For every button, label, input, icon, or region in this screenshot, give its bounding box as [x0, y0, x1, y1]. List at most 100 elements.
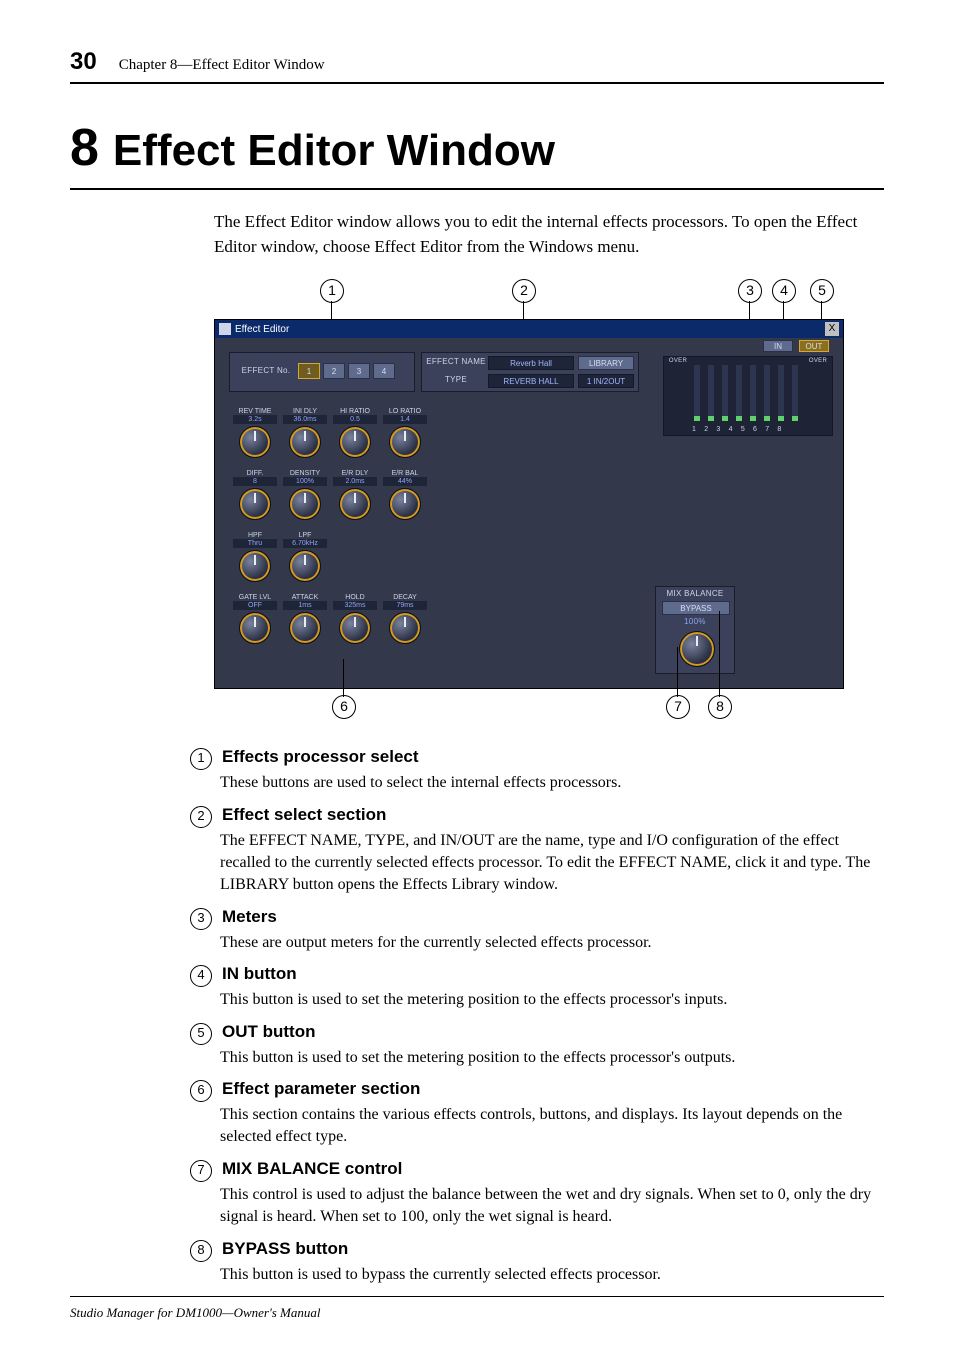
param-knob[interactable] — [339, 426, 371, 458]
param-label: HOLD — [333, 594, 377, 601]
callout-2: 2 — [512, 279, 536, 303]
effect-no-2-button[interactable]: 2 — [323, 363, 345, 379]
param-cell: DIFF.8 — [233, 470, 277, 520]
param-label: DIFF. — [233, 470, 277, 477]
param-knob[interactable] — [339, 488, 371, 520]
param-value: 6.70kHz — [283, 539, 327, 548]
param-knob[interactable] — [239, 488, 271, 520]
def-number: 2 — [190, 806, 212, 828]
type-value: REVERB HALL — [488, 374, 574, 388]
meter-num: 4 — [729, 426, 733, 433]
param-label: HI RATIO — [333, 408, 377, 415]
param-knob[interactable] — [289, 550, 321, 582]
chapter-number: 8 — [70, 119, 99, 177]
effect-no-1-button[interactable]: 1 — [298, 363, 320, 379]
def-body: This button is used to set the metering … — [220, 989, 884, 1011]
definitions-list: 1Effects processor selectThese buttons a… — [190, 747, 884, 1286]
meter-scale-top-r: OVER — [806, 358, 830, 364]
param-value: 2.0ms — [333, 477, 377, 486]
param-label: DECAY — [383, 594, 427, 601]
library-button[interactable]: LIBRARY — [578, 356, 634, 370]
type-label: TYPE — [426, 375, 486, 384]
mix-balance-value: 100% — [656, 617, 734, 626]
def-number: 8 — [190, 1240, 212, 1262]
param-cell: ATTACK1ms — [283, 594, 327, 644]
meter-bar — [750, 365, 756, 421]
window-title: Effect Editor — [235, 324, 289, 335]
param-value: 8 — [233, 477, 277, 486]
def-title: MIX BALANCE control — [222, 1159, 402, 1179]
param-knob[interactable] — [289, 488, 321, 520]
param-knob[interactable] — [239, 612, 271, 644]
meter-num: 1 — [692, 426, 696, 433]
definition-item: 7MIX BALANCE controlThis control is used… — [190, 1159, 884, 1229]
meter-num: 7 — [765, 426, 769, 433]
param-cell: HPFThru — [233, 532, 277, 582]
leader-line — [343, 659, 344, 697]
callout-4: 4 — [772, 279, 796, 303]
param-knob[interactable] — [389, 488, 421, 520]
param-label: INI DLY — [283, 408, 327, 415]
param-cell: HOLD325ms — [333, 594, 377, 644]
def-title: Effect select section — [222, 805, 386, 825]
param-value: 100% — [283, 477, 327, 486]
screenshot-figure: 1 2 3 4 5 Effect Editor X EFFECT No. 1 — [214, 279, 844, 719]
effect-no-section: EFFECT No. 1 2 3 4 — [229, 352, 415, 392]
param-label: REV TIME — [233, 408, 277, 415]
param-knob[interactable] — [389, 426, 421, 458]
param-knob[interactable] — [389, 612, 421, 644]
def-number: 3 — [190, 908, 212, 930]
param-knob[interactable] — [239, 426, 271, 458]
meter-scale-top: OVER — [666, 358, 690, 364]
def-body: These are output meters for the currentl… — [220, 932, 884, 954]
intro-paragraph: The Effect Editor window allows you to e… — [214, 210, 884, 259]
definition-item: 4IN buttonThis button is used to set the… — [190, 964, 884, 1011]
callout-1: 1 — [320, 279, 344, 303]
in-button[interactable]: IN — [763, 340, 793, 352]
param-knob[interactable] — [339, 612, 371, 644]
param-cell: E/R BAL44% — [383, 470, 427, 520]
param-label: HPF — [233, 532, 277, 539]
def-body: These buttons are used to select the int… — [220, 772, 884, 794]
mix-balance-label: MIX BALANCE — [656, 589, 734, 598]
callout-7: 7 — [666, 695, 690, 719]
meter-num: 3 — [716, 426, 720, 433]
param-label: GATE LVL — [233, 594, 277, 601]
meter-bar — [778, 365, 784, 421]
leader-line — [719, 611, 720, 697]
param-cell: DENSITY100% — [283, 470, 327, 520]
meter-bar — [736, 365, 742, 421]
param-knob[interactable] — [289, 426, 321, 458]
effect-name-field[interactable]: Reverb Hall — [488, 356, 574, 370]
meter-bar — [764, 365, 770, 421]
param-value: 0.5 — [333, 415, 377, 424]
io-value: 1 IN/2OUT — [578, 374, 634, 388]
meters: OVER OVER 1 2 3 4 5 — [663, 356, 833, 436]
page-header: 30 Chapter 8—Effect Editor Window — [70, 48, 884, 84]
effect-no-4-button[interactable]: 4 — [373, 363, 395, 379]
callout-5: 5 — [810, 279, 834, 303]
param-value: 79ms — [383, 601, 427, 610]
def-body: The EFFECT NAME, TYPE, and IN/OUT are th… — [220, 830, 884, 897]
effect-name-label: EFFECT NAME — [426, 357, 486, 366]
effect-no-3-button[interactable]: 3 — [348, 363, 370, 379]
param-knob[interactable] — [239, 550, 271, 582]
param-cell: LPF6.70kHz — [283, 532, 327, 582]
param-value: 1ms — [283, 601, 327, 610]
out-button[interactable]: OUT — [799, 340, 829, 352]
effect-no-label: EFFECT No. — [238, 366, 294, 375]
param-value: 1.4 — [383, 415, 427, 424]
close-button[interactable]: X — [825, 322, 839, 336]
param-value: 44% — [383, 477, 427, 486]
meter-num: 8 — [777, 426, 781, 433]
definition-item: 1Effects processor selectThese buttons a… — [190, 747, 884, 794]
callout-6: 6 — [332, 695, 356, 719]
meter-num: 5 — [741, 426, 745, 433]
definition-item: 5OUT buttonThis button is used to set th… — [190, 1022, 884, 1069]
mix-balance-knob[interactable] — [679, 631, 715, 667]
chapter-ref: Chapter 8—Effect Editor Window — [119, 57, 325, 74]
param-cell: INI DLY36.0ms — [283, 408, 327, 458]
effect-editor-window: Effect Editor X EFFECT No. 1 2 3 4 EFFEC… — [214, 319, 844, 689]
param-knob[interactable] — [289, 612, 321, 644]
callout-8: 8 — [708, 695, 732, 719]
